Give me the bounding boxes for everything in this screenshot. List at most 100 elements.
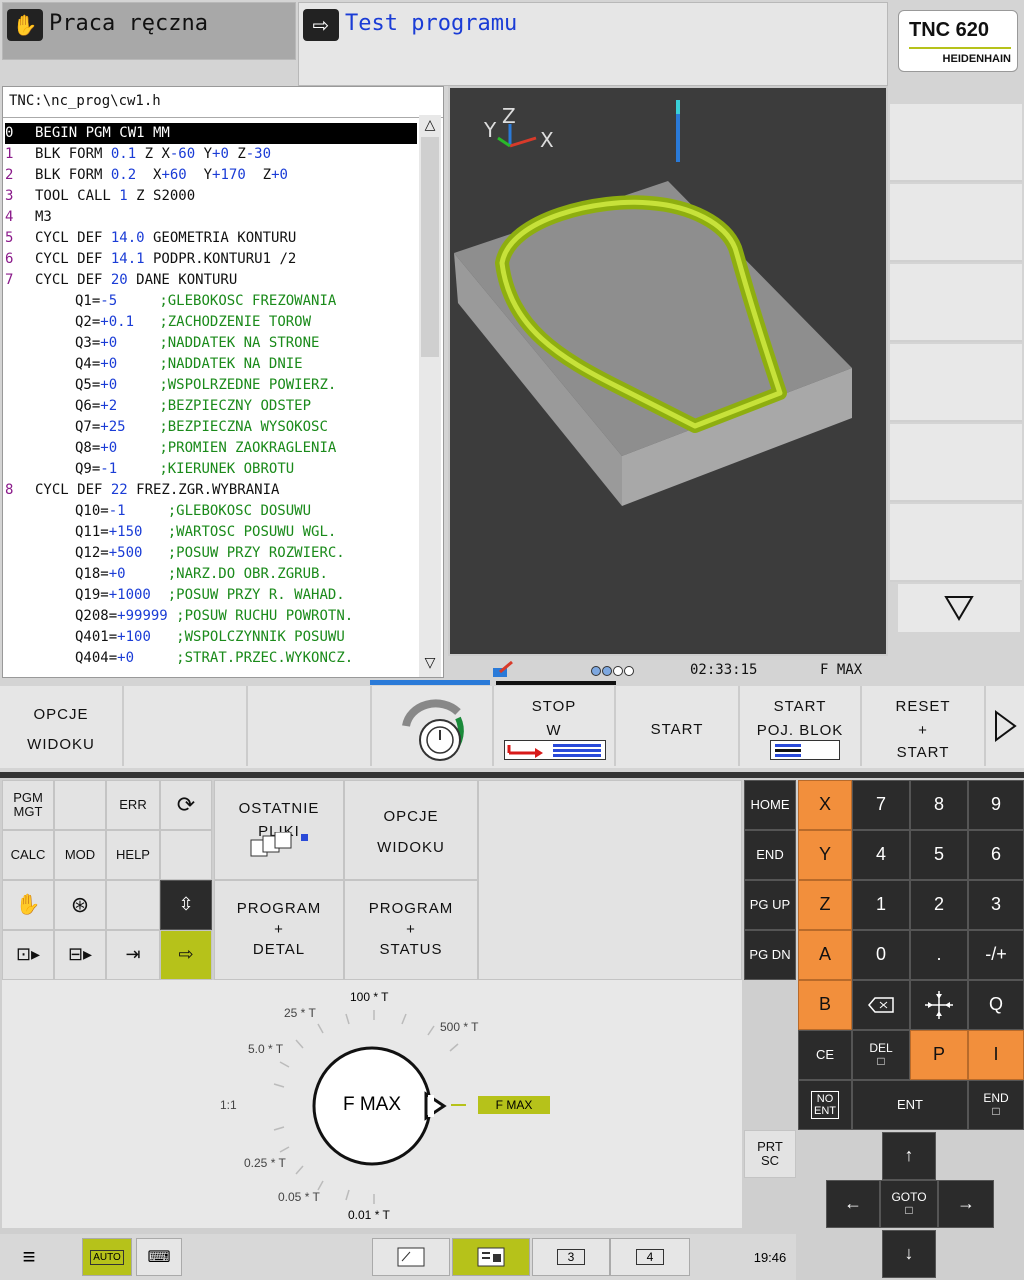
calc-key[interactable]: CALC <box>2 830 54 880</box>
i-key[interactable]: I <box>968 1030 1024 1080</box>
side-softkey-3[interactable] <box>890 264 1022 342</box>
program-line[interactable]: Q19=+1000 ;POSUW PRZY R. WAHAD. <box>5 585 417 606</box>
digit-0-key[interactable]: 0 <box>852 930 910 980</box>
program-status-key[interactable]: PROGRAM + STATUS <box>344 880 478 980</box>
program-line[interactable]: Q9=-1 ;KIERUNEK OBROTU <box>5 459 417 480</box>
digit-4-key[interactable]: 4 <box>852 830 910 880</box>
desktop-3-button[interactable]: 3 <box>532 1238 610 1276</box>
softkey-start[interactable]: START <box>616 686 740 766</box>
handwheel-icon[interactable]: ⊛ <box>54 880 106 930</box>
p-key[interactable]: P <box>910 1030 968 1080</box>
program-test-icon[interactable]: ⇨ <box>160 930 212 980</box>
axis-x-key[interactable]: X <box>798 780 852 830</box>
digit-2-key[interactable]: 2 <box>910 880 968 930</box>
empty-key-2[interactable] <box>160 830 212 880</box>
program-line[interactable]: Q401=+100 ;WSPOLCZYNNIK POSUWU <box>5 627 417 648</box>
program-scrollbar[interactable]: △ ▽ <box>419 115 441 677</box>
mdi-icon[interactable]: ⊡▸ <box>2 930 54 980</box>
single-block-mode-icon[interactable]: ⊟▸ <box>54 930 106 980</box>
backspace-icon[interactable] <box>852 980 910 1030</box>
axis-z-key[interactable]: Z <box>798 880 852 930</box>
program-line[interactable]: 4 M3 <box>5 207 417 228</box>
program-line[interactable]: 0 BEGIN PGM CW1 MM <box>5 123 417 144</box>
err-key[interactable]: ERR <box>106 780 160 830</box>
end-block-key[interactable]: END □ <box>968 1080 1024 1130</box>
digit-5-key[interactable]: 5 <box>910 830 968 880</box>
program-detail-key[interactable]: PROGRAM + DETAL <box>214 880 344 980</box>
softkey-next-row[interactable] <box>986 686 1024 766</box>
digit-6-key[interactable]: 6 <box>968 830 1024 880</box>
program-line[interactable]: 2 BLK FORM 0.2 X+60 Y+170 Z+0 <box>5 165 417 186</box>
keyboard-icon[interactable]: ⌨ <box>136 1238 182 1276</box>
softkey-start-single-block[interactable]: START POJ. BLOK <box>740 686 862 766</box>
decimal-point-key[interactable]: . <box>910 930 968 980</box>
program-line[interactable]: Q4=+0 ;NADDATEK NA DNIE <box>5 354 417 375</box>
side-scroll-down-button[interactable] <box>898 584 1020 632</box>
side-softkey-5[interactable] <box>890 424 1022 502</box>
program-line[interactable]: Q208=+99999 ;POSUW RUCHU POWROTN. <box>5 606 417 627</box>
digit-3-key[interactable]: 3 <box>968 880 1024 930</box>
simulation-3d-view[interactable]: Z Y X <box>448 86 888 656</box>
program-line[interactable]: 6 CYCL DEF 14.1 PODPR.KONTURU1 /2 <box>5 249 417 270</box>
scroll-thumb[interactable] <box>421 137 439 357</box>
program-line[interactable]: Q7=+25 ;BEZPIECZNA WYSOKOSC <box>5 417 417 438</box>
goto-key[interactable]: GOTO □ <box>880 1180 938 1228</box>
page-up-key[interactable]: PG UP <box>744 880 796 930</box>
scroll-down-icon[interactable]: ▽ <box>419 655 441 675</box>
del-key[interactable]: DEL □ <box>852 1030 910 1080</box>
softkey-empty-1[interactable] <box>124 686 248 766</box>
view-options-key[interactable]: OPCJE WIDOKU <box>344 780 478 880</box>
q-key[interactable]: Q <box>968 980 1024 1030</box>
refresh-icon[interactable]: ⟳ <box>160 780 212 830</box>
program-line[interactable]: Q11=+150 ;WARTOSC POSUWU WGL. <box>5 522 417 543</box>
ce-key[interactable]: CE <box>798 1030 852 1080</box>
manual-mode-hand-icon[interactable]: ✋ <box>2 880 54 930</box>
program-line[interactable]: Q3=+0 ;NADDATEK NA STRONE <box>5 333 417 354</box>
program-line[interactable]: Q6=+2 ;BEZPIECZNY ODSTEP <box>5 396 417 417</box>
tab-manual-operation[interactable]: ✋ Praca ręczna <box>2 2 296 60</box>
softkey-reset-start[interactable]: RESET + START <box>862 686 986 766</box>
softkey-stop[interactable]: STOP W <box>494 686 616 766</box>
empty-key-3[interactable] <box>106 880 160 930</box>
print-screen-key[interactable]: PRT SC <box>744 1130 796 1178</box>
arrow-up-icon[interactable]: ↑ <box>882 1132 936 1180</box>
program-line[interactable]: 1 BLK FORM 0.1 Z X-60 Y+0 Z-30 <box>5 144 417 165</box>
mod-key[interactable]: MOD <box>54 830 106 880</box>
empty-key-1[interactable] <box>54 780 106 830</box>
auto-button[interactable]: AUTO <box>82 1238 132 1276</box>
tab-program-test[interactable]: ⇨ Test programu <box>298 2 888 86</box>
program-line[interactable]: 5 CYCL DEF 14.0 GEOMETRIA KONTURU <box>5 228 417 249</box>
program-line[interactable]: Q2=+0.1 ;ZACHODZENIE TOROW <box>5 312 417 333</box>
actual-position-icon[interactable] <box>910 980 968 1030</box>
digit-1-key[interactable]: 1 <box>852 880 910 930</box>
softkey-view-options[interactable]: OPCJE WIDOKU <box>0 686 124 766</box>
side-softkey-6[interactable] <box>890 504 1022 582</box>
axis-b-key[interactable]: B <box>798 980 852 1030</box>
digit-7-key[interactable]: 7 <box>852 780 910 830</box>
menu-hamburger-icon[interactable]: ≡ <box>2 1238 56 1276</box>
pgm-mgt-key[interactable]: PGM MGT <box>2 780 54 830</box>
program-edit-icon[interactable]: ⇳ <box>160 880 212 930</box>
program-line[interactable]: Q1=-5 ;GLEBOKOSC FREZOWANIA <box>5 291 417 312</box>
home-key[interactable]: HOME <box>744 780 796 830</box>
desktop-1-button[interactable] <box>372 1238 450 1276</box>
axis-y-key[interactable]: Y <box>798 830 852 880</box>
ent-key[interactable]: ENT <box>852 1080 968 1130</box>
arrow-left-icon[interactable]: ← <box>826 1180 880 1228</box>
softkey-empty-2[interactable] <box>248 686 372 766</box>
sign-toggle-key[interactable]: -/+ <box>968 930 1024 980</box>
program-line[interactable]: Q5=+0 ;WSPOLRZEDNE POWIERZ. <box>5 375 417 396</box>
axis-a-key[interactable]: A <box>798 930 852 980</box>
program-line[interactable]: Q8=+0 ;PROMIEN ZAOKRAGLENIA <box>5 438 417 459</box>
scroll-up-icon[interactable]: △ <box>419 117 441 137</box>
program-line[interactable]: Q18=+0 ;NARZ.DO OBR.ZGRUB. <box>5 564 417 585</box>
desktop-2-button[interactable] <box>452 1238 530 1276</box>
recent-files-key[interactable]: OSTATNIE PLIKI <box>214 780 344 880</box>
program-line[interactable]: 3 TOOL CALL 1 Z S2000 <box>5 186 417 207</box>
full-sequence-icon[interactable]: ⇥ <box>106 930 160 980</box>
program-line[interactable]: Q404=+0 ;STRAT.PRZEC.WYKONCZ. <box>5 648 417 669</box>
end-nav-key[interactable]: END <box>744 830 796 880</box>
arrow-down-icon[interactable]: ↓ <box>882 1230 936 1278</box>
side-softkey-1[interactable] <box>890 104 1022 182</box>
page-down-key[interactable]: PG DN <box>744 930 796 980</box>
